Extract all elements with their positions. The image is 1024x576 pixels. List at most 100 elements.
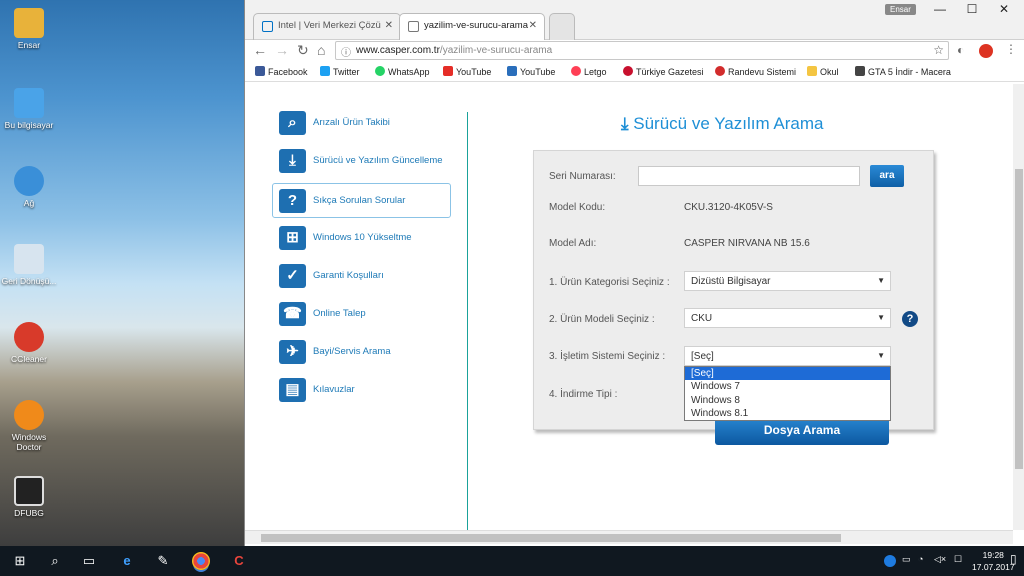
user-folder-icon xyxy=(14,8,44,38)
bookmark-label: WhatsApp xyxy=(388,67,430,77)
bookmark-youtube[interactable]: YouTube xyxy=(443,66,491,77)
bookmark-whatsapp[interactable]: WhatsApp xyxy=(375,66,430,77)
search-icon[interactable]: ⌕ xyxy=(46,552,64,570)
bookmark-label: Twitter xyxy=(333,67,360,77)
browser-toolbar: ← → ↻ ⌂ ⓘ www.casper.com.tr/yazilim-ve-s… xyxy=(245,40,1024,62)
vertical-scrollbar[interactable] xyxy=(1013,84,1024,530)
desktop-icon-computer[interactable]: Bu bilgisayar xyxy=(0,88,58,131)
browser-titlebar: Intel | Veri Merkezi Çözü ✕ yazilim-ve-s… xyxy=(245,0,1024,41)
info-icon[interactable]: ⓘ xyxy=(341,44,351,59)
desktop-icon-windows-doctor[interactable]: Windows Doctor xyxy=(0,400,58,453)
intel-favicon-icon xyxy=(262,21,273,32)
edge-icon[interactable]: e xyxy=(118,552,136,570)
close-window-icon[interactable]: ✕ xyxy=(989,2,1019,16)
search-button[interactable]: ara xyxy=(870,165,904,187)
sidebar-item-surucu-guncelleme[interactable]: ⤓ Sürücü ve Yazılım Güncelleme xyxy=(273,146,451,176)
home-icon[interactable]: ⌂ xyxy=(317,42,325,58)
desktop-icon-user-folder[interactable]: Ensar xyxy=(0,8,58,51)
new-tab-button[interactable] xyxy=(549,13,575,40)
clock-date: 17.07.2017 xyxy=(972,562,1015,572)
menu-kebab-icon[interactable]: ⋮ xyxy=(1005,42,1017,56)
sidebar-item-windows10[interactable]: ⊞ Windows 10 Yükseltme xyxy=(273,223,451,253)
profile-badge[interactable]: Ensar xyxy=(885,4,916,15)
tab-title: yazilim-ve-surucu-arama xyxy=(424,20,528,31)
page-content: ⌕ Arızalı Ürün Takibi ⤓ Sürücü ve Yazılı… xyxy=(245,84,1013,530)
sidebar-item-sss[interactable]: ? Sıkça Sorulan Sorular xyxy=(272,183,451,218)
magnifier-icon: ⌕ xyxy=(279,111,306,135)
bookmark-facebook[interactable]: Facebook xyxy=(255,66,308,77)
minimize-icon[interactable]: — xyxy=(925,2,955,16)
sidebar-item-bayi-servis[interactable]: ✈ Bayi/Servis Arama xyxy=(273,337,451,367)
extension-icon[interactable]: ◐ xyxy=(957,43,964,57)
tab-intel[interactable]: Intel | Veri Merkezi Çözü ✕ xyxy=(253,13,401,40)
maximize-icon[interactable]: ☐ xyxy=(957,2,987,16)
desktop-icon-recycle-bin[interactable]: Geri Dönüşü... xyxy=(0,244,58,287)
sidebar-item-label: Kılavuzlar xyxy=(313,384,355,395)
wifi-icon[interactable]: ◔ xyxy=(918,554,923,564)
os-option[interactable]: Windows 8 xyxy=(685,394,890,407)
os-option[interactable]: Windows 7 xyxy=(685,380,890,393)
desktop-icon-dfubg[interactable]: DFUBG xyxy=(0,476,58,519)
desktop-icon-label: Windows Doctor xyxy=(11,432,47,452)
twitter-icon xyxy=(320,66,330,76)
model-selected-value: CKU xyxy=(691,313,713,324)
os-selected-value: [Seç] xyxy=(691,351,714,362)
model-code-label: Model Kodu: xyxy=(549,202,606,213)
page-title-text: Sürücü ve Yazılım Arama xyxy=(633,114,824,133)
model-select[interactable]: CKU ▼ xyxy=(684,308,891,328)
notification-icon[interactable]: ☐ xyxy=(954,554,962,565)
tray-app-icon[interactable] xyxy=(884,555,896,567)
bookmark-okul[interactable]: Okul xyxy=(807,66,839,77)
category-select[interactable]: Dizüstü Bilgisayar ▼ xyxy=(684,271,891,291)
address-bar[interactable]: ⓘ www.casper.com.tr/yazilim-ve-surucu-ar… xyxy=(335,41,949,60)
bookmark-turkiye-gazetesi[interactable]: Türkiye Gazetesi xyxy=(623,66,704,77)
chrome-icon[interactable] xyxy=(192,552,210,570)
task-view-icon[interactable]: ▭ xyxy=(80,552,98,570)
desktop-icon-ccleaner[interactable]: CCleaner xyxy=(0,322,58,365)
bookmark-gta5[interactable]: GTA 5 İndir - Macera xyxy=(855,66,951,77)
battery-icon[interactable]: ▭ xyxy=(902,554,911,565)
desktop-icon-label: Ağ xyxy=(23,198,35,208)
taskbar-clock[interactable]: 19:28 17.07.2017 xyxy=(972,549,1015,573)
sidebar-item-arizali-urun-takibi[interactable]: ⌕ Arızalı Ürün Takibi xyxy=(273,108,451,138)
url-host: www.casper.com.tr xyxy=(356,45,440,56)
action-center-icon[interactable]: ▯ xyxy=(1010,552,1017,566)
os-select[interactable]: [Seç] ▼ xyxy=(684,346,891,366)
bookmark-label: Okul xyxy=(820,67,839,77)
close-tab-icon[interactable]: ✕ xyxy=(529,20,537,31)
bookmark-twitter[interactable]: Twitter xyxy=(320,66,360,77)
sidebar-item-label: Sıkça Sorulan Sorular xyxy=(313,195,406,206)
gta-icon xyxy=(855,66,865,76)
tab-title: Intel | Veri Merkezi Çözü xyxy=(278,20,381,31)
os-option[interactable]: [Seç] xyxy=(685,367,890,381)
reload-icon[interactable]: ↻ xyxy=(297,42,309,59)
map-pin-icon: ✈ xyxy=(279,340,306,364)
horizontal-scrollbar[interactable] xyxy=(245,530,1013,544)
close-tab-icon[interactable]: ✕ xyxy=(385,20,393,31)
scroll-thumb[interactable] xyxy=(261,534,841,542)
bookmark-letgo[interactable]: Letgo xyxy=(571,66,607,77)
bookmark-youtube-2[interactable]: YouTube xyxy=(507,66,555,77)
volume-icon[interactable]: ◁× xyxy=(934,554,946,565)
bookmark-randevu-sistemi[interactable]: Randevu Sistemi xyxy=(715,66,796,77)
paint-icon[interactable]: ✎ xyxy=(154,552,172,570)
sidebar-item-kilavuzlar[interactable]: ▤ Kılavuzlar xyxy=(273,375,451,405)
adblock-extension-icon[interactable] xyxy=(979,44,993,58)
desktop-icon-network[interactable]: Ağ xyxy=(0,166,58,209)
bookmark-star-icon[interactable]: ☆ xyxy=(933,43,944,57)
start-icon[interactable]: ⊞ xyxy=(11,552,29,570)
forward-icon[interactable]: → xyxy=(275,42,289,58)
back-icon[interactable]: ← xyxy=(253,42,267,58)
os-option[interactable]: Windows 8.1 xyxy=(685,407,890,420)
turkiye-gazetesi-icon xyxy=(623,66,633,76)
help-icon[interactable]: ? xyxy=(902,311,918,327)
facebook-icon xyxy=(255,66,265,76)
ccleaner-icon xyxy=(14,322,44,352)
scroll-thumb[interactable] xyxy=(1015,169,1023,469)
sidebar-item-online-talep[interactable]: ☎ Online Talep xyxy=(273,299,451,329)
sidebar-item-garanti[interactable]: ✓ Garanti Koşulları xyxy=(273,261,451,291)
sidebar-item-label: Garanti Koşulları xyxy=(313,270,384,281)
ccleaner-taskbar-icon[interactable]: C xyxy=(230,552,248,570)
tab-yazilim-ve-surucu-arama[interactable]: yazilim-ve-surucu-arama ✕ xyxy=(399,13,545,41)
serial-number-input[interactable] xyxy=(638,166,860,186)
